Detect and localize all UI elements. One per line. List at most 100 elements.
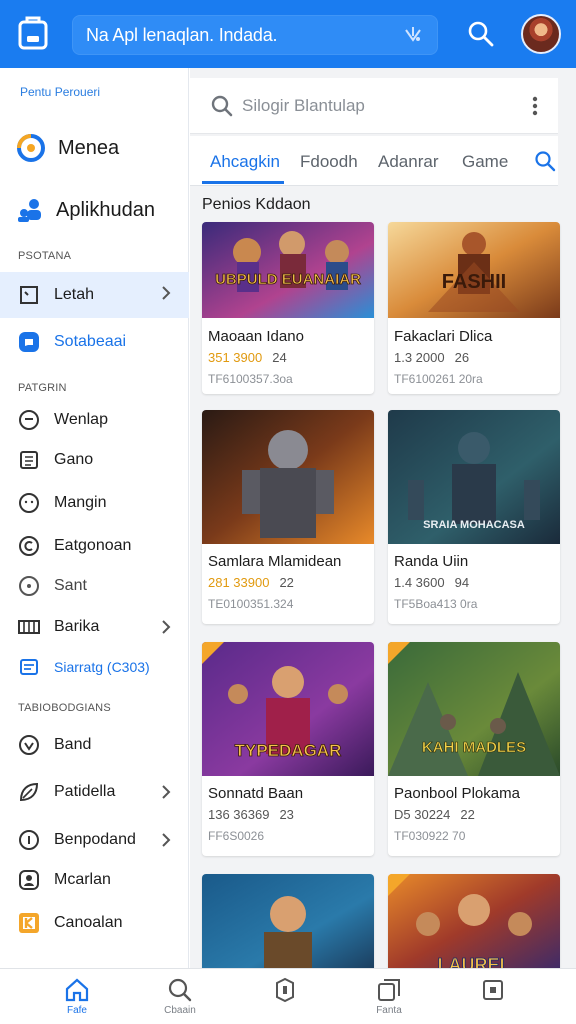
game-title: Fakaclari Dlica — [394, 328, 493, 345]
chevron-right-icon — [162, 620, 171, 634]
svg-text:FASHII: FASHII — [442, 271, 506, 293]
game-card[interactable] — [202, 874, 374, 974]
sidebar-top-label: Pentu Peroueri — [20, 85, 101, 99]
doc-icon — [20, 659, 38, 675]
info-icon — [19, 830, 39, 850]
list-icon — [20, 451, 38, 469]
sidebar-item-label: Gano — [54, 451, 94, 468]
sidebar-item-label: Aplikhudan — [56, 198, 155, 221]
game-card[interactable]: SRAIA MOHACASA Randa Uiin 1.4 3600 94 TF5… — [388, 410, 560, 624]
svg-text:UBPULD EUANAIAR: UBPULD EUANAIAR — [215, 271, 361, 288]
tab-ahcagkin[interactable]: Ahcagkin — [210, 152, 280, 172]
k-logo-icon — [19, 913, 39, 933]
sidebar-item-menea[interactable]: Menea — [16, 128, 119, 168]
nav-copy[interactable]: Fanta — [359, 977, 419, 1016]
game-title: Samlara Mlamidean — [208, 553, 342, 570]
game-title: Paonbool Plokama — [394, 785, 520, 802]
avatar[interactable] — [521, 14, 561, 54]
sidebar-item-mcarlan[interactable]: Mcarlan — [0, 859, 189, 901]
game-meta: D5 30224 22 — [394, 807, 475, 822]
top-search-text[interactable]: Na Apl lenaqlan. Indada. — [86, 25, 402, 46]
sidebar-item-label: Barika — [54, 618, 100, 635]
game-count: 22 — [279, 575, 294, 590]
sidebar-item-sotabeaai[interactable]: Sotabeaai — [0, 321, 189, 363]
game-card[interactable]: FASHII Fakaclari Dlica 1.3 2000 26 TF6100… — [388, 222, 560, 394]
top-search-bar[interactable]: Na Apl lenaqlan. Indada. — [72, 15, 438, 55]
svg-text:SRAIA MOHACASA: SRAIA MOHACASA — [423, 519, 525, 531]
chevron-right-icon — [162, 286, 171, 300]
game-count: 94 — [454, 575, 470, 590]
mic-icon[interactable] — [402, 24, 424, 46]
sidebar-item-sant[interactable]: Sant — [0, 565, 189, 607]
sidebar-item-canoalan[interactable]: Canoalan — [0, 902, 189, 944]
sidebar-item-patidella[interactable]: Patidella — [0, 771, 189, 813]
sidebar-item-label: Sant — [54, 577, 87, 594]
sidebar-section-heading: TABIOBODGIANS — [18, 702, 111, 714]
tab-game[interactable]: Game — [462, 152, 508, 172]
circle-icon — [19, 576, 39, 596]
menea-logo-icon — [17, 134, 45, 162]
sidebar-section-heading: PATGRIN — [18, 382, 67, 394]
content-search-placeholder[interactable]: Silogir Blantulap — [242, 96, 558, 116]
content-search-bar[interactable]: Silogir Blantulap — [190, 78, 558, 134]
nav-label: Cbaain — [164, 1005, 196, 1016]
leaf-icon — [19, 782, 39, 802]
section-title: Penios Kddaon — [202, 196, 311, 213]
nav-home[interactable]: Fafe — [47, 977, 107, 1016]
nav-badge[interactable] — [255, 977, 315, 1005]
game-price: 281 33900 — [208, 575, 270, 590]
sidebar-item-label: Benpodand — [54, 831, 136, 848]
game-card[interactable]: LAUREL — [388, 874, 560, 974]
person-icon — [19, 870, 39, 890]
sidebar-item-wenlap[interactable]: Wenlap — [0, 399, 189, 441]
game-count: 22 — [460, 807, 475, 822]
box-icon — [483, 980, 503, 1000]
tab-fdoodh[interactable]: Fdoodh — [300, 152, 358, 172]
game-price: D5 30224 — [394, 807, 451, 822]
game-art-title: KAHI MADLES — [422, 739, 527, 757]
game-title: Sonnatd Baan — [208, 785, 304, 802]
sidebar-item-aplikhudan[interactable]: Aplikhudan — [16, 190, 155, 230]
chat-icon — [19, 332, 39, 352]
game-card[interactable]: Samlara Mlamidean 281 33900 22 TE0100351.… — [202, 410, 374, 624]
game-art-title: FASHII — [442, 271, 506, 293]
more-vert-icon[interactable] — [532, 95, 538, 117]
game-title: Maoaan Idano — [208, 328, 304, 345]
sidebar: Pentu Peroueri Menea Aplikhudan PSOTANA … — [0, 68, 189, 968]
sidebar-item-band[interactable]: Band — [0, 724, 189, 766]
game-count: 24 — [272, 350, 287, 365]
game-price: 136 36369 — [208, 807, 270, 822]
game-card[interactable]: UBPULD EUANAIAR Maoaan Idano 351 3900 24 … — [202, 222, 374, 394]
app-logo-icon[interactable] — [18, 16, 48, 50]
sidebar-item-siarratg[interactable]: Siarratg (C303) — [0, 646, 189, 688]
face-icon — [19, 410, 39, 430]
game-meta: 351 3900 24 — [208, 350, 287, 365]
game-card[interactable]: TYPEDAGAR Sonnatd Baan 136 36369 23 FF6S0… — [202, 642, 374, 856]
sidebar-item-label: Mangin — [54, 494, 107, 511]
search-icon — [168, 978, 192, 1002]
search-icon — [211, 95, 233, 116]
sidebar-item-gano[interactable]: Gano — [0, 439, 189, 481]
game-art-image — [202, 874, 374, 974]
nav-box[interactable] — [463, 977, 523, 1005]
game-meta: 1.4 3600 94 — [394, 575, 469, 590]
sidebar-item-mangin[interactable]: Mangin — [0, 482, 189, 524]
sidebar-item-label: Letah — [54, 286, 95, 303]
square-icon — [20, 286, 38, 304]
game-card[interactable]: KAHI MADLES Paonbool Plokama D5 30224 22 … — [388, 642, 560, 856]
sidebar-item-label: Sotabeaai — [54, 333, 127, 350]
sidebar-item-label: Menea — [58, 136, 120, 159]
game-count: 26 — [454, 350, 470, 365]
sidebar-item-barika[interactable]: Barika — [0, 606, 189, 648]
sidebar-item-letah[interactable]: Letah — [0, 272, 189, 318]
tab-adanrar[interactable]: Adanrar — [378, 152, 438, 172]
sidebar-item-benpodand[interactable]: Benpodand — [0, 819, 189, 861]
game-subtext: TF5Boa413 0ra — [394, 597, 478, 611]
game-price: 1.4 3600 — [394, 575, 445, 590]
game-art-title: TYPEDAGAR — [234, 741, 342, 761]
sidebar-item-eatgonoan[interactable]: Eatgonoan — [0, 525, 189, 567]
search-icon[interactable] — [534, 150, 556, 172]
search-icon[interactable] — [467, 20, 495, 48]
nav-search[interactable]: Cbaain — [150, 977, 210, 1016]
circle-c-icon — [19, 536, 39, 556]
